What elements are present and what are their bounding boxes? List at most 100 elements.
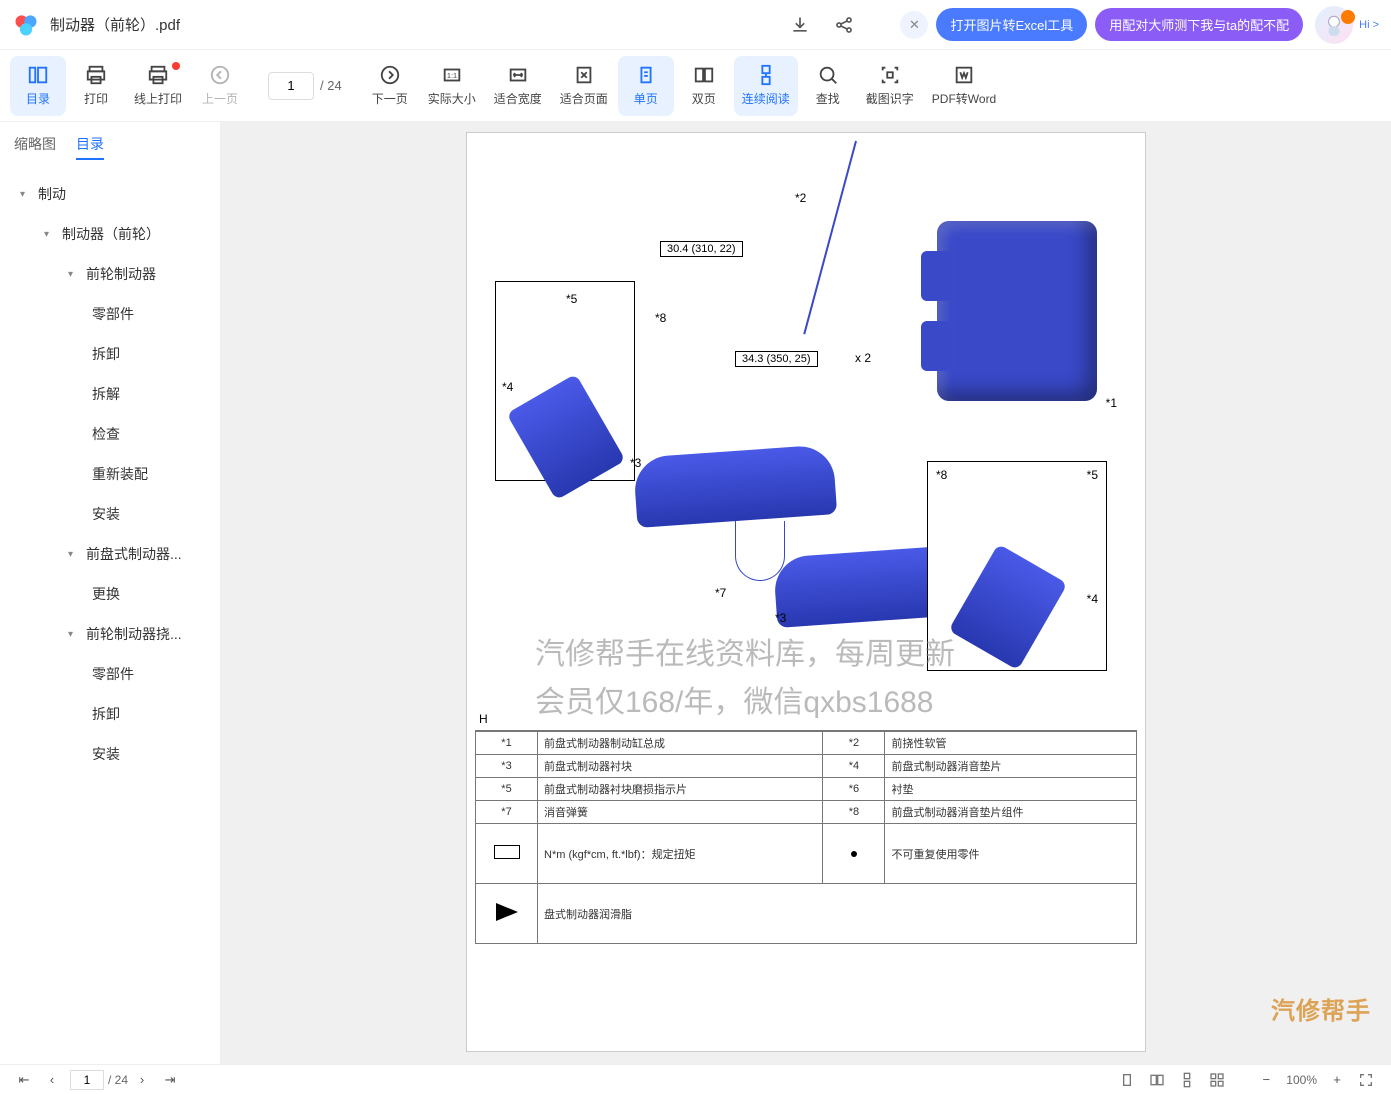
torque-1: 30.4 (310, 22) — [660, 241, 743, 257]
callout-1: *1 — [1106, 396, 1117, 410]
zoom-out-button[interactable]: − — [1252, 1068, 1280, 1092]
callout-2: *2 — [795, 191, 806, 205]
sb-next-button[interactable]: › — [128, 1068, 156, 1092]
sb-grid-icon[interactable] — [1202, 1068, 1232, 1092]
page-input-group: / 24 — [268, 72, 342, 100]
sb-single-icon[interactable] — [1112, 1068, 1142, 1092]
tree-item[interactable]: 零部件 — [0, 654, 220, 694]
tree-item[interactable]: ▾前轮制动器 — [0, 254, 220, 294]
tree-label: 安装 — [92, 504, 120, 524]
callout-3a: *3 — [630, 456, 641, 470]
sb-page-input[interactable] — [70, 1070, 104, 1090]
continuous-button[interactable]: 连续阅读 — [734, 56, 798, 116]
svg-text:1:1: 1:1 — [447, 71, 457, 80]
to-word-button[interactable]: PDF转Word — [924, 56, 1004, 116]
word-icon — [953, 64, 975, 86]
caliper-part — [937, 221, 1097, 401]
torque-2: 34.3 (350, 25) — [735, 351, 818, 367]
online-print-icon — [147, 64, 169, 86]
sb-prev-button[interactable]: ‹ — [38, 1068, 66, 1092]
tree-item[interactable]: ▾ 前盘式制动器... — [0, 534, 220, 574]
hi-badge[interactable]: Hi > — [1359, 19, 1379, 31]
avatar-icon[interactable] — [1315, 6, 1353, 44]
tree-item[interactable]: 安装 — [0, 494, 220, 534]
chevron-icon: ▾ — [44, 229, 56, 240]
zoom-level: 100% — [1286, 1073, 1317, 1087]
fit-width-button[interactable]: 适合宽度 — [486, 56, 550, 116]
print-button[interactable]: 打印 — [68, 56, 124, 116]
callout-8b: *8 — [936, 468, 947, 482]
callout-3b: *3 — [775, 611, 786, 625]
spring-part — [735, 521, 785, 581]
tree-label: 前盘式制动器... — [86, 544, 182, 564]
ocr-button[interactable]: 截图识字 — [858, 56, 922, 116]
prev-icon — [209, 64, 231, 86]
tree-item[interactable]: 安装 — [0, 734, 220, 774]
tab-toc[interactable]: 目录 — [76, 134, 104, 160]
single-page-icon — [635, 64, 657, 86]
document-title: 制动器（前轮）.pdf — [50, 14, 180, 35]
tree-label: 前轮制动器挠... — [86, 624, 182, 644]
tree-label: 制动器（前轮） — [62, 224, 160, 244]
tree-item[interactable]: ▾前轮制动器挠... — [0, 614, 220, 654]
last-page-button[interactable]: ⇥ — [156, 1068, 184, 1092]
promo-excel-button[interactable]: 打开图片转Excel工具 — [936, 8, 1087, 41]
symbol-torque-icon — [494, 845, 520, 859]
notification-dot — [172, 62, 180, 70]
fit-page-icon — [573, 64, 595, 86]
tree-label: 安装 — [92, 744, 120, 764]
tree-item[interactable]: 拆卸 — [0, 334, 220, 374]
tree-item[interactable]: 拆解 — [0, 374, 220, 414]
download-icon[interactable] — [782, 7, 818, 43]
legend-table: *1前盘式制动器制动缸总成*2前挠性软管 *3前盘式制动器衬块*4前盘式制动器消… — [475, 731, 1137, 944]
sb-continuous-icon[interactable] — [1172, 1068, 1202, 1092]
pdf-viewer[interactable]: *2 *6 30.4 (310, 22) 34.3 (350, 25) x 2 … — [221, 122, 1391, 1064]
pdf-page: *2 *6 30.4 (310, 22) 34.3 (350, 25) x 2 … — [466, 132, 1146, 1052]
promo-match-button[interactable]: 用配对大师测下我与ta的配不配 — [1095, 8, 1303, 41]
actual-size-button[interactable]: 1:1实际大小 — [420, 56, 484, 116]
brand-watermark: 汽修帮手 — [1271, 991, 1371, 1026]
fit-page-button[interactable]: 适合页面 — [552, 56, 616, 116]
callout-8a: *8 — [655, 311, 666, 325]
sb-double-icon[interactable] — [1142, 1068, 1172, 1092]
catalog-button[interactable]: 目录 — [10, 56, 66, 116]
tree-item[interactable]: 拆卸 — [0, 694, 220, 734]
tree-label: 拆解 — [92, 384, 120, 404]
ocr-icon — [879, 64, 901, 86]
tree-label: 拆卸 — [92, 344, 120, 364]
continuous-icon — [755, 64, 777, 86]
fullscreen-icon[interactable] — [1351, 1068, 1381, 1092]
tree-item[interactable]: ▾制动 — [0, 174, 220, 214]
double-page-button[interactable]: 双页 — [676, 56, 732, 116]
tree-item[interactable]: 零部件 — [0, 294, 220, 334]
tab-thumbnails[interactable]: 缩略图 — [14, 134, 56, 160]
tree-item[interactable]: 检查 — [0, 414, 220, 454]
share-icon[interactable] — [826, 7, 862, 43]
actual-size-icon: 1:1 — [441, 64, 463, 86]
callout-4a: *4 — [502, 380, 513, 394]
pad-upper — [633, 444, 837, 528]
find-button[interactable]: 查找 — [800, 56, 856, 116]
tree-label: 更换 — [92, 584, 120, 604]
first-page-button[interactable]: ⇤ — [10, 1068, 38, 1092]
tree-item[interactable]: 更换 — [0, 574, 220, 614]
tree-item[interactable]: ▾ 制动器（前轮） — [0, 214, 220, 254]
sidebar: 缩略图 目录 ▾制动▾制动器（前轮）▾前轮制动器零部件拆卸拆解检查重新装配安装▾… — [0, 122, 221, 1064]
chevron-icon: ▾ — [68, 549, 80, 560]
catalog-icon — [27, 64, 49, 86]
single-page-button[interactable]: 单页 — [618, 56, 674, 116]
zoom-in-button[interactable]: + — [1323, 1068, 1351, 1092]
online-print-button[interactable]: 线上打印 — [126, 56, 190, 116]
symbol-grease-icon — [496, 903, 518, 921]
tree-label: 拆卸 — [92, 704, 120, 724]
h-label: H — [479, 712, 488, 726]
tree-label: 重新装配 — [92, 464, 148, 484]
symbol-nonreuse-icon — [851, 851, 857, 857]
sb-page-total: / 24 — [108, 1073, 128, 1087]
close-promo-icon[interactable]: ✕ — [900, 11, 928, 39]
page-number-input[interactable] — [268, 72, 314, 100]
tree-label: 检查 — [92, 424, 120, 444]
tree-label: 零部件 — [92, 304, 134, 324]
next-page-button[interactable]: 下一页 — [362, 56, 418, 116]
tree-item[interactable]: 重新装配 — [0, 454, 220, 494]
